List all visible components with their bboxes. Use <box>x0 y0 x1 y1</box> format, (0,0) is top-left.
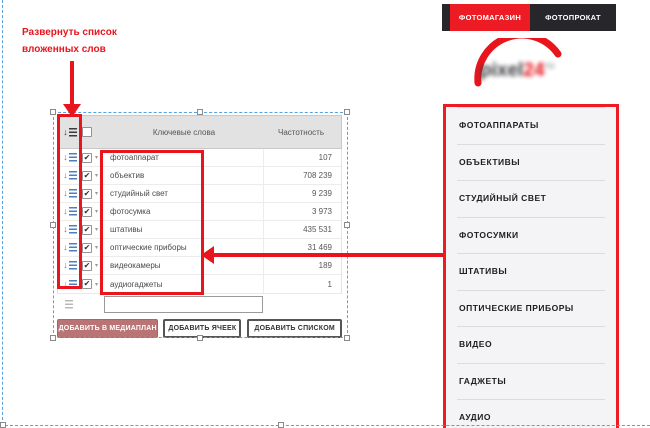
menu-item[interactable]: ФОТОСУМКИ <box>446 217 616 254</box>
selection-handle[interactable] <box>278 422 284 428</box>
outer-selection-left-edge[interactable] <box>2 0 3 425</box>
menu-item-label: ФОТОСУМКИ <box>459 230 519 240</box>
selection-handle[interactable] <box>197 109 203 115</box>
logo-text: pixel24ru <box>480 60 554 82</box>
menu-item[interactable]: ВИДЕО <box>446 326 616 363</box>
outer-selection-bottom-edge[interactable] <box>0 425 650 426</box>
menu-divider <box>457 144 605 145</box>
menu-item-label: ВИДЕО <box>459 339 492 349</box>
menu-item[interactable]: ГАДЖЕТЫ <box>446 363 616 400</box>
site-navbar: ФОТОМАГАЗИН ФОТОПРОКАТ <box>442 4 616 31</box>
annotation-arrow-down-head <box>63 104 81 117</box>
menu-divider <box>457 253 605 254</box>
selection-handle[interactable] <box>344 222 350 228</box>
selection-handle[interactable] <box>344 335 350 341</box>
annotation-rect-icon-column <box>57 114 82 289</box>
menu-divider <box>457 290 605 291</box>
menu-item-label: ОБЪЕКТИВЫ <box>459 157 520 167</box>
menu-item[interactable]: ШТАТИВЫ <box>446 253 616 290</box>
selection-handle[interactable] <box>50 222 56 228</box>
menu-divider <box>457 363 605 364</box>
menu-item[interactable]: СТУДИЙНЫЙ СВЕТ <box>446 180 616 217</box>
selection-handle[interactable] <box>344 109 350 115</box>
menu-item[interactable]: ОПТИЧЕСКИЕ ПРИБОРЫ <box>446 290 616 327</box>
site-logo: pixel24ru <box>468 38 608 102</box>
screenshot-canvas: ↓ Ключевые слова Частотность ↓ ✔ <box>0 0 650 428</box>
annotation-arrow-left-head <box>201 246 214 264</box>
annotation-arrow-down <box>70 61 74 105</box>
menu-item-label: ФОТОАППАРАТЫ <box>459 120 539 130</box>
selection-handle[interactable] <box>50 335 56 341</box>
selection-handle[interactable] <box>197 335 203 341</box>
menu-divider <box>457 180 605 181</box>
tab-fotomagazin[interactable]: ФОТОМАГАЗИН <box>450 4 530 31</box>
site-category-menu: ФОТОАППАРАТЫ ОБЪЕКТИВЫ СТУДИЙНЫЙ СВЕТ ФО… <box>443 104 619 428</box>
menu-item-label: ОПТИЧЕСКИЕ ПРИБОРЫ <box>459 303 574 313</box>
menu-item-label: ШТАТИВЫ <box>459 266 507 276</box>
menu-item-label: ГАДЖЕТЫ <box>459 376 506 386</box>
menu-item[interactable]: ОБЪЕКТИВЫ <box>446 144 616 181</box>
menu-divider <box>457 217 605 218</box>
menu-item-label: СТУДИЙНЫЙ СВЕТ <box>459 193 546 203</box>
menu-divider <box>457 399 605 400</box>
selection-handle[interactable] <box>50 109 56 115</box>
menu-divider <box>457 107 605 108</box>
menu-item[interactable]: ФОТОАППАРАТЫ <box>446 107 616 144</box>
menu-item[interactable]: АУДИО <box>446 399 616 428</box>
tab-fotoprokat[interactable]: ФОТОПРОКАТ <box>530 4 616 31</box>
selection-handle[interactable] <box>0 422 6 428</box>
annotation-note: Развернуть список вложенных слов <box>22 24 117 58</box>
annotation-rect-keywords <box>100 150 204 295</box>
menu-divider <box>457 326 605 327</box>
menu-item-label: АУДИО <box>459 412 491 422</box>
annotation-arrow-left <box>213 253 444 257</box>
